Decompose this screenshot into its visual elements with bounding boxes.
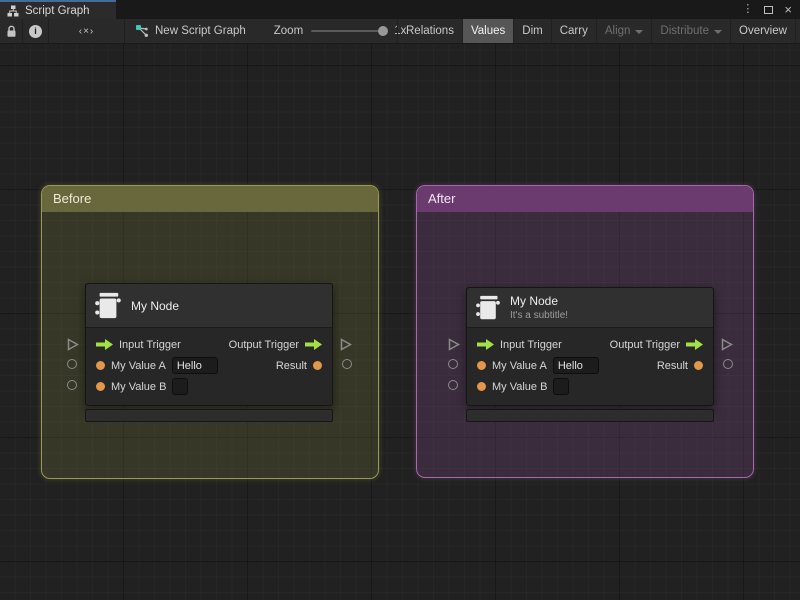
node-title: My Node [510, 294, 559, 308]
value-a-port[interactable]: My Value A [96, 357, 218, 374]
zoom-slider[interactable] [311, 26, 389, 36]
graph-hierarchy-icon [7, 5, 19, 16]
value-a-input[interactable] [171, 357, 218, 374]
unit-node-icon [476, 295, 500, 319]
value-output-port-icon[interactable] [723, 359, 733, 369]
chevron-down-icon [635, 29, 644, 34]
code-icon: ‹×› [78, 25, 95, 37]
node-body: Input Trigger Output Trigger My Value A … [467, 328, 713, 405]
string-port-icon [96, 361, 105, 370]
port-row-value-a: My Value A Result [467, 355, 713, 376]
node-my-node-before[interactable]: My Node Input Trigger Output Trigger My … [67, 283, 352, 422]
tab-script-graph[interactable]: Script Graph [0, 0, 116, 19]
script-graph-window: Script Graph ⋮ × i ‹×› New Script Graph … [0, 0, 800, 600]
port-row-triggers: Input Trigger Output Trigger [86, 334, 332, 355]
value-input-port-icon[interactable] [448, 359, 458, 369]
relations-button[interactable]: Relations [397, 19, 462, 43]
value-b-port[interactable]: My Value B [477, 378, 570, 395]
flow-arrow-icon [305, 339, 322, 350]
info-button[interactable]: i [23, 19, 49, 43]
string-port-icon [313, 361, 322, 370]
string-port-icon [96, 382, 105, 391]
flow-input-port-icon[interactable] [67, 338, 79, 351]
node-subtitle: It's a subtitle! [510, 310, 569, 321]
node-footer-bar[interactable] [466, 409, 714, 422]
lock-icon [7, 25, 15, 37]
node-footer-bar[interactable] [85, 409, 333, 422]
port-row-value-b: My Value B [467, 376, 713, 397]
group-after-header[interactable]: After [417, 186, 753, 212]
group-before-header[interactable]: Before [42, 186, 378, 212]
output-trigger-port[interactable]: Output Trigger [610, 339, 703, 351]
node-title: My Node [131, 298, 180, 313]
lock-button[interactable] [0, 19, 23, 43]
port-row-value-a: My Value A Result [86, 355, 332, 376]
node-box[interactable]: My Node Input Trigger Output Trigger My … [85, 283, 333, 406]
flow-output-port-icon[interactable] [721, 338, 733, 351]
distribute-dropdown[interactable]: Distribute [651, 19, 730, 43]
value-b-port[interactable]: My Value B [96, 378, 189, 395]
new-script-graph-button[interactable]: New Script Graph [135, 19, 246, 43]
overview-button[interactable]: Overview [730, 19, 795, 43]
flow-arrow-icon [477, 339, 494, 350]
unit-node-icon [95, 292, 121, 318]
value-b-input[interactable] [172, 378, 189, 395]
flow-arrow-icon [686, 339, 703, 350]
window-menu-icon[interactable]: ⋮ [742, 4, 753, 15]
flow-input-port-icon[interactable] [448, 338, 460, 351]
node-header[interactable]: My Node It's a subtitle! [467, 288, 713, 328]
node-box[interactable]: My Node It's a subtitle! Input Trigger O… [466, 287, 714, 406]
graph-canvas[interactable]: Before After My Node Input Trigger Outpu… [0, 44, 800, 600]
flow-output-port-icon[interactable] [340, 338, 352, 351]
maximize-icon[interactable] [764, 5, 774, 14]
code-view-button[interactable]: ‹×› [49, 19, 125, 43]
info-icon: i [29, 24, 42, 38]
close-icon[interactable]: × [784, 3, 792, 16]
value-input-port-icon[interactable] [67, 359, 77, 369]
tab-label: Script Graph [25, 4, 90, 17]
graph-toolbar: i ‹×› New Script Graph Zoom 1x Relations [0, 19, 800, 44]
value-input-port-icon[interactable] [448, 380, 458, 390]
zoom-control: Zoom 1x [274, 19, 407, 43]
node-my-node-after[interactable]: My Node It's a subtitle! Input Trigger O… [448, 287, 733, 422]
input-trigger-port[interactable]: Input Trigger [477, 339, 562, 351]
string-port-icon [477, 382, 486, 391]
window-controls: ⋮ × [742, 0, 800, 19]
string-port-icon [694, 361, 703, 370]
output-trigger-port[interactable]: Output Trigger [229, 339, 322, 351]
zoom-slider-handle[interactable] [378, 26, 389, 36]
result-port[interactable]: Result [657, 360, 703, 372]
values-button[interactable]: Values [461, 19, 514, 43]
value-a-input[interactable] [552, 357, 599, 374]
port-row-value-b: My Value B [86, 376, 332, 397]
value-b-input[interactable] [553, 378, 570, 395]
script-graph-asset-icon [136, 25, 148, 37]
new-script-graph-label: New Script Graph [155, 25, 246, 37]
carry-button[interactable]: Carry [550, 19, 596, 43]
port-row-triggers: Input Trigger Output Trigger [467, 334, 713, 355]
flow-arrow-icon [96, 339, 113, 350]
toolbar-right-group: Relations Values Dim Carry Align Distrib… [397, 19, 800, 43]
align-dropdown[interactable]: Align [595, 19, 652, 43]
chevron-down-icon [714, 29, 722, 34]
full-screen-button[interactable]: Full Screen [794, 19, 800, 43]
node-body: Input Trigger Output Trigger My Value A … [86, 328, 332, 405]
string-port-icon [477, 361, 486, 370]
zoom-label: Zoom [273, 25, 304, 37]
result-port[interactable]: Result [276, 360, 322, 372]
tab-bar: Script Graph ⋮ × [0, 0, 800, 19]
node-header[interactable]: My Node [86, 284, 332, 328]
dim-button[interactable]: Dim [513, 19, 550, 43]
value-input-port-icon[interactable] [67, 380, 77, 390]
input-trigger-port[interactable]: Input Trigger [96, 339, 181, 351]
value-a-port[interactable]: My Value A [477, 357, 599, 374]
value-output-port-icon[interactable] [342, 359, 352, 369]
